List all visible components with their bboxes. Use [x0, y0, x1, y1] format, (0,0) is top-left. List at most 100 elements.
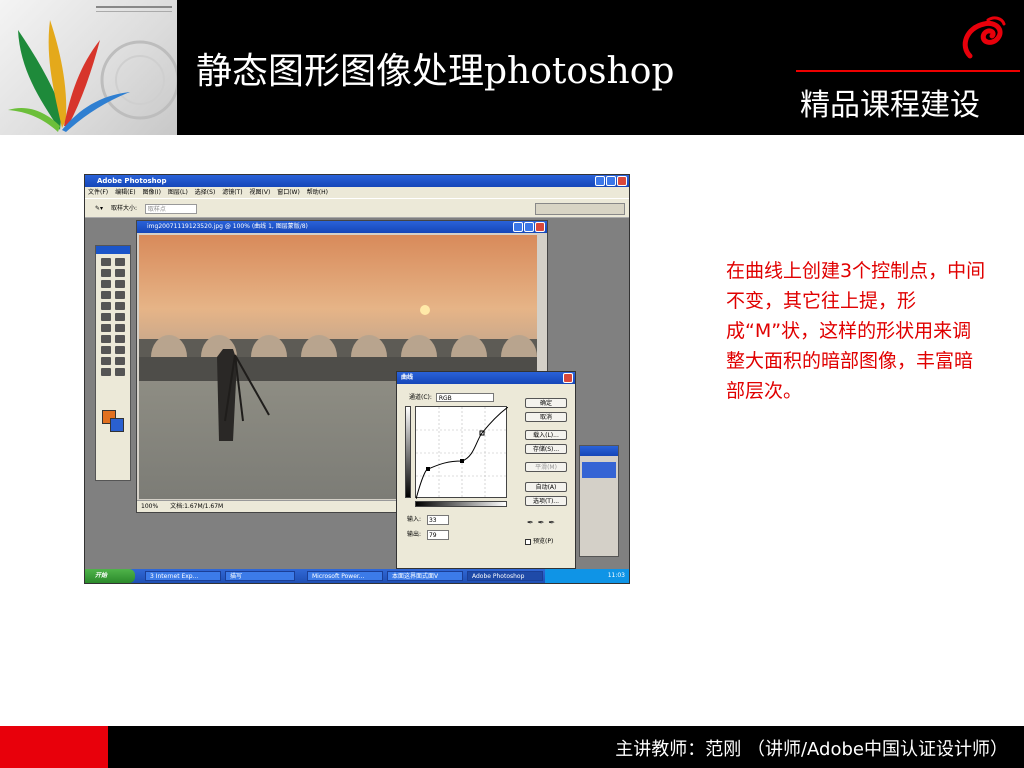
hand-tool-icon[interactable]	[101, 368, 111, 376]
slice-tool-icon[interactable]	[114, 280, 125, 288]
brush-tool-icon[interactable]	[114, 291, 125, 299]
curves-dialog: 曲线 通道(C): RGB 输入: 33 输出: 79 确定 取消 载入(L).…	[396, 371, 576, 569]
preview-checkbox[interactable]: 预览(P)	[525, 536, 553, 545]
output-gradient-bar	[405, 406, 411, 498]
document-title-bar: img20071119123520.jpg @ 100% (曲线 1, 图层蒙版…	[137, 221, 547, 233]
stamp-tool-icon[interactable]	[101, 302, 111, 310]
eyedropper-icon[interactable]: ✎▾	[95, 205, 103, 212]
curves-title-bar: 曲线	[397, 372, 575, 384]
layer-row-active[interactable]	[582, 462, 616, 478]
zoom-tool-icon[interactable]	[114, 368, 125, 376]
course-subtitle: 精品课程建设	[800, 88, 980, 123]
menu-edit[interactable]: 编辑(E)	[115, 189, 135, 196]
options-button[interactable]: 选项(T)...	[525, 496, 567, 506]
system-tray: 11:03	[545, 569, 629, 583]
doc-maximize-icon[interactable]	[524, 222, 534, 232]
input-label: 输入:	[407, 516, 422, 523]
type-tool-icon[interactable]	[114, 335, 125, 343]
doc-close-icon[interactable]	[535, 222, 545, 232]
eraser-tool-icon[interactable]	[101, 313, 111, 321]
output-label: 输出:	[407, 531, 422, 538]
marquee-tool-icon[interactable]	[101, 258, 111, 266]
dodge-tool-icon[interactable]	[114, 324, 125, 332]
menu-file[interactable]: 文件(F)	[88, 189, 108, 196]
menu-image[interactable]: 图像(I)	[142, 189, 160, 196]
layers-panel-header[interactable]	[580, 446, 618, 456]
channel-row: 通道(C): RGB	[409, 392, 494, 402]
menu-view[interactable]: 视图(V)	[250, 189, 271, 196]
lasso-tool-icon[interactable]	[101, 269, 111, 277]
auto-button[interactable]: 自动(A)	[525, 482, 567, 492]
curves-title: 曲线	[401, 374, 414, 381]
blur-tool-icon[interactable]	[101, 324, 111, 332]
clock[interactable]: 11:03	[608, 572, 625, 579]
cancel-button[interactable]: 取消	[525, 412, 567, 422]
toolbox-header[interactable]	[96, 246, 130, 254]
input-field[interactable]: 33	[426, 514, 449, 525]
ps-options-bar: ✎▾ 取样大小: 取样点	[85, 198, 629, 218]
channel-select[interactable]: RGB	[435, 393, 494, 402]
preview-label: 预览(P)	[533, 538, 554, 545]
start-button[interactable]: 开始	[85, 569, 135, 583]
input-row: 输入: 33	[407, 514, 449, 525]
gradient-tool-icon[interactable]	[114, 313, 125, 321]
crop-tool-icon[interactable]	[101, 280, 111, 288]
document-size: 文档:1.67M/1.67M	[170, 503, 224, 510]
magic-wand-icon[interactable]	[114, 269, 125, 277]
curves-graph[interactable]	[415, 406, 509, 500]
tool-grid	[96, 254, 130, 380]
feather-illustration	[8, 20, 177, 132]
close-icon[interactable]	[617, 176, 627, 186]
layers-panel	[579, 445, 619, 557]
menu-layer[interactable]: 图层(L)	[168, 189, 188, 196]
top-banner: 静态图形图像处理photoshop 精品课程建设	[0, 0, 1024, 135]
save-button[interactable]: 存储(S)...	[525, 444, 567, 454]
task-folder[interactable]: 描写	[225, 571, 295, 581]
history-brush-icon[interactable]	[114, 302, 125, 310]
menu-select[interactable]: 选择(S)	[195, 189, 216, 196]
pen-tool-icon[interactable]	[101, 346, 111, 354]
sample-size-select[interactable]: 取样点	[144, 203, 197, 214]
move-tool-icon[interactable]	[114, 258, 125, 266]
minimize-icon[interactable]	[595, 176, 605, 186]
ps-window-title: Adobe Photoshop	[97, 177, 167, 185]
bottom-bar: 主讲教师：范刚 （讲师/Adobe中国认证设计师）	[0, 726, 1024, 768]
curve-point-midtones	[460, 459, 464, 463]
task-photoshop[interactable]: Adobe Photoshop	[467, 571, 543, 581]
task-powerpoint[interactable]: Microsoft Power...	[307, 571, 383, 581]
path-select-icon[interactable]	[101, 335, 111, 343]
windows-taskbar: 开始 3 Internet Exp... 描写 Microsoft Power.…	[85, 569, 629, 583]
heal-tool-icon[interactable]	[101, 291, 111, 299]
input-gradient-bar	[415, 501, 507, 507]
ps-menu-bar: 文件(F) 编辑(E) 图像(I) 图层(L) 选择(S) 滤镜(T) 视图(V…	[85, 187, 629, 198]
lecturer-info: 主讲教师：范刚 （讲师/Adobe中国认证设计师）	[615, 739, 1008, 760]
curve-plot	[415, 406, 509, 500]
smooth-button[interactable]: 平滑(M)	[525, 462, 567, 472]
palette-well[interactable]	[535, 203, 625, 215]
red-divider	[796, 70, 1020, 72]
menu-window[interactable]: 窗口(W)	[277, 189, 300, 196]
curves-close-icon[interactable]	[563, 373, 573, 383]
task-internet-explorer[interactable]: 3 Internet Exp...	[145, 571, 221, 581]
task-presentation[interactable]: 本面这界面式面V	[387, 571, 463, 581]
doc-minimize-icon[interactable]	[513, 222, 523, 232]
red-swirl-logo	[962, 16, 1006, 59]
notes-tool-icon[interactable]	[101, 357, 111, 365]
eyedropper-tool-icon[interactable]	[114, 357, 125, 365]
page-title: 静态图形图像处理photoshop	[196, 51, 675, 92]
output-field[interactable]: 79	[426, 529, 449, 540]
output-row: 输出: 79	[407, 529, 449, 540]
load-button[interactable]: 载入(L)...	[525, 430, 567, 440]
banner-right-block: 精品课程建设	[790, 0, 1024, 135]
curve-point-shadows	[426, 467, 430, 471]
background-color-swatch[interactable]	[110, 418, 124, 432]
maximize-icon[interactable]	[606, 176, 616, 186]
ok-button[interactable]: 确定	[525, 398, 567, 408]
menu-help[interactable]: 帮助(H)	[307, 189, 328, 196]
zoom-level[interactable]: 100%	[141, 503, 158, 510]
menu-filter[interactable]: 滤镜(T)	[222, 189, 242, 196]
shape-tool-icon[interactable]	[114, 346, 125, 354]
eyedropper-icons[interactable]: ✒✒✒	[527, 518, 559, 527]
photoshop-screenshot: Adobe Photoshop 文件(F) 编辑(E) 图像(I) 图层(L) …	[84, 174, 630, 584]
checkbox-icon[interactable]	[525, 538, 531, 545]
